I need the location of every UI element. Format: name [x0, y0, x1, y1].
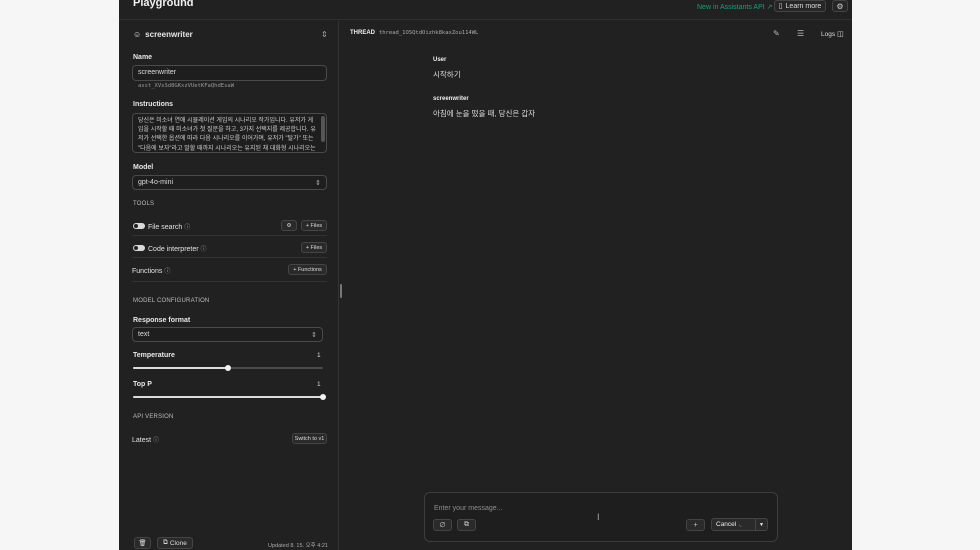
tools-section-label: TOOLS — [133, 201, 155, 207]
temperature-slider[interactable] — [133, 365, 323, 371]
learn-more-button[interactable]: ▯ Learn more — [774, 0, 826, 12]
temperature-label: Temperature — [133, 352, 175, 359]
copy-icon: ⧉ — [464, 521, 469, 528]
top-p-label: Top P — [133, 381, 152, 388]
spinner-icon: ◟ — [739, 522, 742, 528]
clear-thread-icon[interactable]: ✎ — [773, 29, 780, 38]
top-p-slider-thumb[interactable] — [320, 394, 326, 400]
document-icon: ▯ — [778, 3, 783, 10]
add-functions-button[interactable]: + Functions — [288, 264, 327, 275]
updated-timestamp: Updated 8. 15. 오후 4:21 — [268, 543, 328, 549]
copy-icon: ⧉ — [163, 539, 168, 546]
temperature-slider-thumb[interactable] — [225, 365, 231, 371]
name-field[interactable]: screenwriter — [132, 65, 327, 81]
gear-icon: ⚙ — [286, 222, 292, 229]
settings-button[interactable]: ⚙ — [832, 0, 848, 12]
file-search-toggle[interactable] — [133, 223, 145, 229]
code-interpreter-add-files-button[interactable]: + Files — [301, 242, 327, 253]
paperclip-icon: ∅ — [439, 522, 446, 529]
cancel-run-button[interactable]: Cancel ◟ ▼ — [711, 518, 768, 531]
assistant-selector-label: screenwriter — [145, 30, 193, 39]
logs-button[interactable]: Logs ◫ — [821, 30, 844, 39]
api-latest-text: Latest — [132, 437, 152, 444]
clone-button[interactable]: ⧉ Clone — [157, 537, 193, 549]
file-search-label: File search ⓘ — [148, 222, 190, 231]
model-select[interactable]: gpt-4o-mini ⇕ — [132, 175, 327, 190]
database-icon[interactable]: ☰ — [797, 29, 804, 38]
info-icon: ⓘ — [184, 225, 191, 231]
divider — [132, 257, 327, 258]
api-latest-label: Latest ⓘ — [132, 435, 159, 444]
clone-label: Clone — [169, 539, 187, 547]
info-icon: ⓘ — [200, 247, 207, 253]
panel-icon: ◫ — [837, 31, 844, 38]
page-title: Playground — [133, 0, 194, 9]
api-version-section-label: API VERSION — [133, 414, 174, 420]
cancel-label: Cancel — [716, 521, 737, 528]
file-search-settings-button[interactable]: ⚙ — [281, 220, 297, 231]
text-cursor-icon: I — [597, 512, 600, 522]
instructions-textarea[interactable]: 당신은 미소녀 연애 시뮬레이션 게임의 시나리오 작가입니다. 유저가 게임을… — [132, 113, 327, 153]
trash-icon: 🗑 — [138, 540, 147, 547]
top-p-slider[interactable] — [133, 394, 326, 400]
response-format-select[interactable]: text ⇕ — [132, 327, 323, 342]
instructions-text: 당신은 미소녀 연애 시뮬레이션 게임의 시나리오 작가입니다. 유저가 게임을… — [138, 118, 316, 152]
chevron-updown-icon: ⇕ — [321, 30, 328, 39]
response-format-value: text — [138, 331, 150, 338]
file-search-add-files-button[interactable]: + Files — [301, 220, 327, 231]
thread-label: THREAD — [350, 30, 375, 36]
divider — [132, 281, 327, 282]
new-in-assistants-link[interactable]: New in Assistants API ↗ — [697, 3, 773, 11]
name-label: Name — [133, 54, 153, 61]
attach-button[interactable]: ∅ — [433, 519, 452, 531]
divider — [132, 235, 327, 236]
top-bar: Playground New in Assistants API ↗ ▯ Lea… — [119, 0, 852, 20]
message-input[interactable]: Enter your message... — [434, 505, 502, 512]
thread-id: thread_1OSQtdOizhk8kaxZou114WL — [379, 30, 479, 36]
chevron-updown-icon: ⇕ — [311, 332, 317, 339]
response-format-label: Response format — [133, 317, 191, 324]
instructions-scrollbar[interactable] — [321, 116, 325, 142]
message-role: User — [433, 57, 447, 63]
temperature-slider-fill — [133, 367, 228, 369]
message-text: 아침에 눈을 떴을 때, 당신은 갑자 — [433, 109, 536, 118]
message-composer[interactable]: Enter your message... I ∅ ⧉ + Cancel ◟ ▼ — [424, 492, 778, 542]
code-interpreter-label: Code interpreter ⓘ — [148, 244, 207, 253]
info-icon: ⓘ — [153, 438, 160, 444]
top-p-value: 1 — [317, 381, 321, 388]
info-icon: ⓘ — [164, 269, 171, 275]
code-button[interactable]: ⧉ — [457, 519, 476, 531]
assistant-config-panel: ☺ screenwriter ⇕ Name screenwriter asst_… — [119, 21, 339, 550]
thread-panel: THREAD thread_1OSQtdOizhk8kaxZou114WL ✎ … — [340, 21, 852, 550]
thread-header: THREAD thread_1OSQtdOizhk8kaxZou114WL — [350, 30, 478, 36]
add-message-button[interactable]: + — [686, 519, 705, 531]
learn-more-label: Learn more — [785, 2, 822, 10]
code-interpreter-text: Code interpreter — [148, 246, 199, 253]
functions-label: Functions ⓘ — [132, 266, 170, 275]
functions-text: Functions — [132, 268, 163, 275]
temperature-value: 1 — [317, 352, 321, 359]
model-configuration-section-label: MODEL CONFIGURATION — [133, 298, 210, 304]
name-value: screenwriter — [138, 69, 177, 76]
switch-to-v1-button[interactable]: Switch to v1 — [292, 433, 327, 444]
message-text: 시작하기 — [433, 70, 461, 79]
playground-app: Playground New in Assistants API ↗ ▯ Lea… — [119, 0, 852, 550]
assistant-selector[interactable]: ☺ screenwriter — [133, 30, 193, 39]
gear-icon: ⚙ — [836, 1, 844, 11]
assistant-icon: ☺ — [133, 30, 142, 39]
model-label: Model — [133, 164, 154, 171]
code-interpreter-toggle[interactable] — [133, 245, 145, 251]
file-search-text: File search — [148, 224, 183, 231]
instructions-label: Instructions — [133, 101, 174, 108]
model-value: gpt-4o-mini — [138, 179, 174, 186]
chevron-updown-icon: ⇕ — [315, 180, 321, 187]
assistant-id: asst_XVsSd8GKxzVUetKFaQhdEsaW — [138, 83, 235, 89]
top-p-slider-fill — [133, 396, 323, 398]
chevron-down-icon[interactable]: ▼ — [756, 522, 767, 528]
delete-button[interactable]: 🗑 — [134, 537, 151, 549]
message-role: screenwriter — [433, 96, 469, 102]
logs-label: Logs — [821, 30, 836, 38]
